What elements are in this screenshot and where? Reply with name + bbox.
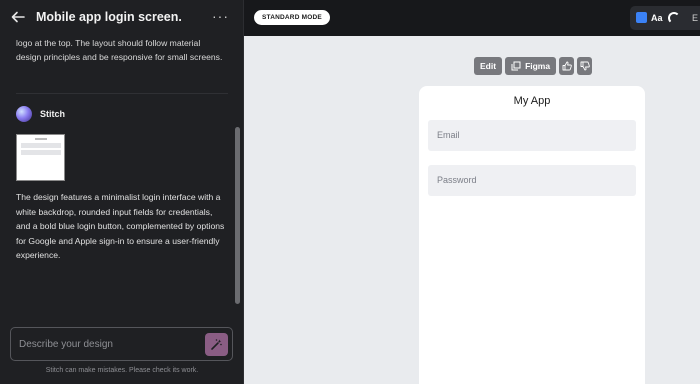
like-button[interactable] (559, 57, 575, 75)
figma-button[interactable]: Figma (505, 57, 557, 75)
dislike-button[interactable] (577, 57, 593, 75)
thumbnail-field (21, 150, 61, 155)
app-title: My App (513, 95, 551, 107)
checkbox-icon[interactable] (636, 12, 647, 23)
thumbs-down-icon (580, 61, 590, 71)
mobile-preview[interactable]: My App Email Password (419, 86, 645, 384)
design-prompt-input[interactable]: Describe your design (10, 327, 233, 361)
disclaimer-text: Stitch can make mistakes. Please check i… (45, 367, 199, 374)
mode-toggle[interactable]: STANDARD MODE (254, 10, 330, 25)
magic-wand-icon (211, 339, 222, 350)
agent-response-text: The design features a minimalist login i… (16, 192, 225, 260)
password-placeholder: Password (437, 175, 477, 185)
copy-icon (511, 61, 521, 71)
agent-name: Stitch (40, 109, 66, 119)
design-toolbar: Edit Figma (474, 57, 593, 75)
email-field[interactable]: Email (428, 120, 636, 151)
topbar-controls: Aa E (630, 6, 700, 30)
loading-spinner-icon (668, 12, 680, 24)
edit-button[interactable]: Edit (474, 57, 503, 75)
chat-scrollbar[interactable] (235, 127, 240, 304)
top-bar: STANDARD MODE Aa E (244, 0, 700, 36)
figma-label: Figma (525, 61, 551, 71)
user-prompt-text: logo at the top. The layout should follo… (16, 38, 223, 62)
more-options-icon[interactable]: ··· (212, 8, 229, 24)
thumbs-up-icon (562, 61, 572, 71)
divider (16, 93, 228, 94)
chat-history[interactable]: logo at the top. The layout should follo… (0, 36, 244, 322)
thumbnail-title-line (35, 138, 47, 140)
input-placeholder: Describe your design (19, 339, 113, 350)
truncated-control-label[interactable]: E (692, 13, 698, 23)
email-placeholder: Email (437, 130, 460, 140)
agent-header: Stitch (16, 106, 65, 122)
design-thumbnail[interactable] (16, 134, 65, 181)
thumbnail-field (21, 143, 61, 148)
chat-header: Mobile app login screen. ··· (0, 0, 244, 36)
font-size-label[interactable]: Aa (651, 13, 663, 23)
generate-button[interactable] (205, 333, 228, 356)
chat-panel: Mobile app login screen. ··· logo at the… (0, 0, 244, 384)
chat-title: Mobile app login screen. (36, 10, 182, 24)
back-arrow-icon[interactable] (10, 9, 26, 25)
password-field[interactable]: Password (428, 165, 636, 196)
stitch-avatar (16, 106, 32, 122)
